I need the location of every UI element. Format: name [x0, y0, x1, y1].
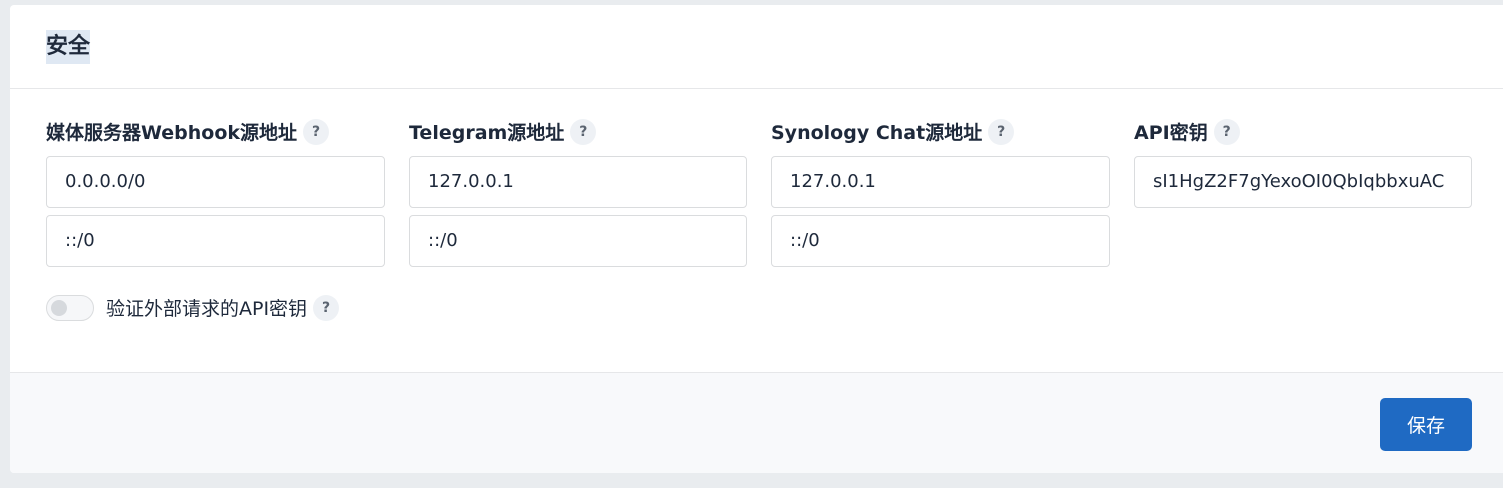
api-key-label: API密钥 ? — [1134, 118, 1240, 145]
telegram-source-input-1[interactable]: 127.0.0.1 — [409, 156, 747, 208]
toggle-label: 验证外部请求的API密钥 — [106, 298, 308, 320]
webhook-source-input-2[interactable]: ::/0 — [46, 215, 385, 267]
help-icon[interactable]: ? — [313, 294, 340, 321]
help-icon[interactable]: ? — [1213, 118, 1240, 145]
telegram-source-input-2[interactable]: ::/0 — [409, 215, 747, 267]
field-label-text: Synology Chat源地址 — [771, 122, 983, 144]
field-label-text: 媒体服务器Webhook源地址 — [46, 122, 298, 144]
field-label-text: Telegram源地址 — [409, 122, 565, 144]
synology-source-input-2[interactable]: ::/0 — [771, 215, 1110, 267]
card-footer: 保存 — [10, 372, 1503, 473]
card-header: 安全 — [10, 5, 1503, 89]
card-body: 媒体服务器Webhook源地址 ? 0.0.0.0/0 ::/0 Telegra… — [10, 89, 1503, 372]
help-icon[interactable]: ? — [988, 118, 1015, 145]
section-title: 安全 — [46, 30, 91, 64]
synology-chat-source-label: Synology Chat源地址 ? — [771, 118, 1015, 145]
verify-api-key-toggle[interactable] — [46, 294, 94, 321]
help-icon[interactable]: ? — [303, 118, 330, 145]
api-key-input[interactable]: sI1HgZ2F7gYexoOI0QbIqbbxuAC — [1134, 156, 1472, 208]
help-icon[interactable]: ? — [570, 118, 597, 145]
synology-source-input-1[interactable]: 127.0.0.1 — [771, 156, 1110, 208]
field-label-text: API密钥 — [1134, 122, 1208, 144]
telegram-source-label: Telegram源地址 ? — [409, 118, 597, 145]
webhook-source-input-1[interactable]: 0.0.0.0/0 — [46, 156, 385, 208]
toggle-knob — [51, 299, 67, 316]
security-card: 安全 媒体服务器Webhook源地址 ? 0.0.0.0/0 ::/0 Tele… — [10, 5, 1503, 473]
media-server-webhook-label: 媒体服务器Webhook源地址 ? — [46, 118, 330, 145]
save-button[interactable]: 保存 — [1380, 398, 1472, 451]
verify-api-key-row: 验证外部请求的API密钥 ? — [46, 294, 340, 321]
